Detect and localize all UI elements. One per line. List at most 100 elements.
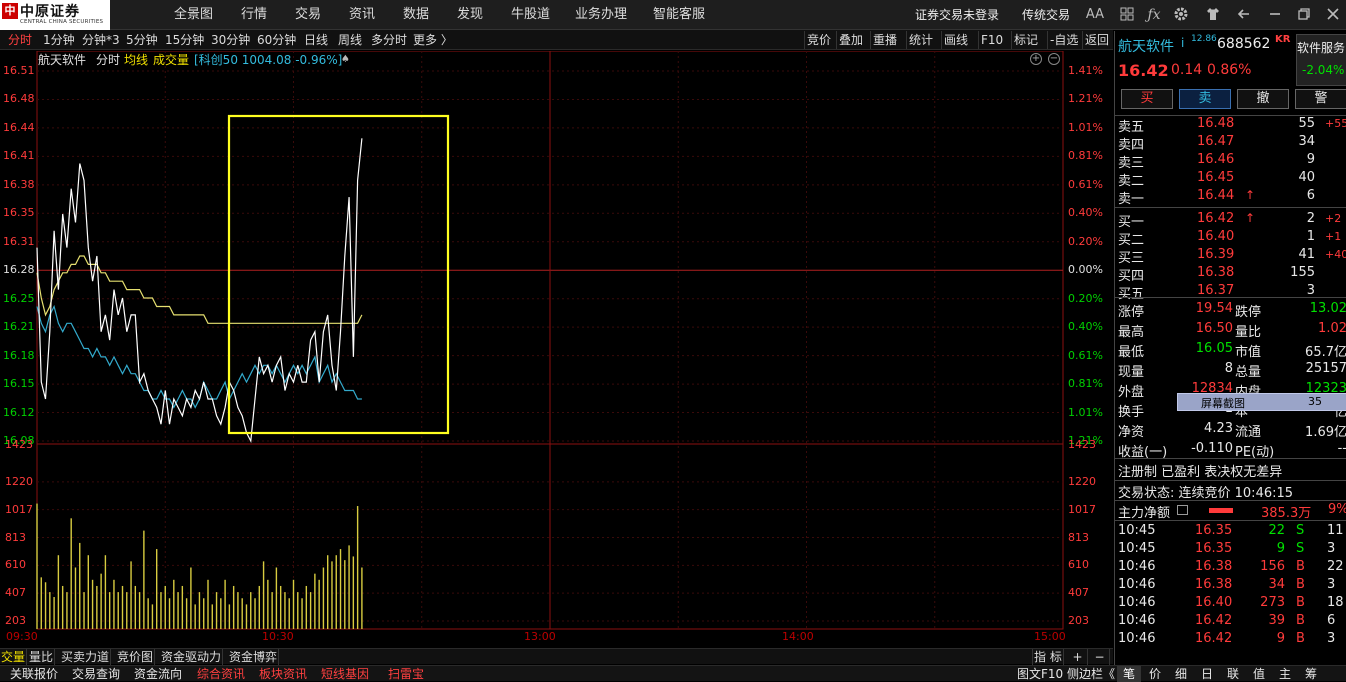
- price-change: 0.14: [1171, 62, 1203, 78]
- period-multi-intraday[interactable]: 多分时: [371, 30, 407, 50]
- trade-mode-button[interactable]: 传统交易: [1022, 0, 1070, 30]
- orderbook-change: +2: [1325, 212, 1342, 225]
- f10-button[interactable]: F10: [978, 31, 1005, 49]
- orderbook-price[interactable]: 16.37: [1197, 283, 1234, 298]
- grid-icon[interactable]: [1118, 6, 1136, 24]
- volume-label-right: 1423: [1068, 438, 1096, 451]
- period-15min[interactable]: 15分钟: [165, 30, 204, 50]
- sell-button[interactable]: 卖: [1179, 89, 1231, 109]
- login-status[interactable]: 证券交易未登录: [915, 0, 999, 30]
- tick-volume: 9: [1276, 541, 1285, 556]
- side-tab-main[interactable]: 主: [1273, 666, 1297, 682]
- close-icon[interactable]: [1324, 6, 1342, 24]
- period-60min[interactable]: 60分钟: [257, 30, 296, 50]
- link-risk-scan[interactable]: 扫雷宝: [388, 666, 424, 682]
- main-flow-pct: 9%: [1328, 502, 1346, 517]
- menu-quotes[interactable]: 行情: [241, 0, 267, 30]
- side-tab-daily[interactable]: 日: [1195, 666, 1219, 682]
- link-trade-query[interactable]: 交易查询: [72, 666, 120, 682]
- formula-icon[interactable]: ƒx: [1145, 6, 1163, 24]
- period-weekly[interactable]: 周线: [338, 30, 362, 50]
- quote-flag: i: [1181, 36, 1185, 50]
- buy-button[interactable]: 买: [1121, 89, 1173, 109]
- shirt-icon[interactable]: [1204, 6, 1222, 24]
- mark-button[interactable]: 标记: [1011, 31, 1040, 49]
- side-tab-value[interactable]: 值: [1247, 666, 1271, 682]
- remove-watchlist-button[interactable]: -自选: [1047, 31, 1080, 49]
- period-more[interactable]: 更多 〉: [413, 30, 453, 50]
- period-1min[interactable]: 1分钟: [43, 30, 75, 50]
- indicator-button[interactable]: 指 标: [1032, 649, 1064, 665]
- menu-data[interactable]: 数据: [403, 0, 429, 30]
- link-short-gene[interactable]: 短线基因: [321, 666, 369, 682]
- side-tab-detail[interactable]: 细: [1169, 666, 1193, 682]
- price-label-left: 16.31: [3, 234, 35, 248]
- tick-direction: S: [1296, 523, 1305, 538]
- period-daily[interactable]: 日线: [304, 30, 328, 50]
- orderbook-price[interactable]: 16.45: [1197, 170, 1234, 185]
- tick-direction: B: [1296, 631, 1305, 646]
- orderbook-volume: 9: [1306, 152, 1315, 167]
- highlight-box[interactable]: [227, 114, 450, 435]
- menu-news[interactable]: 资讯: [349, 0, 375, 30]
- tab-volume-ratio[interactable]: 量比: [28, 649, 56, 665]
- side-tab-price[interactable]: 价: [1143, 666, 1167, 682]
- orderbook-price[interactable]: 16.47: [1197, 134, 1234, 149]
- overlay-button[interactable]: 叠加: [836, 31, 865, 49]
- add-indicator-button[interactable]: +: [1068, 649, 1088, 665]
- tab-buy-sell-power[interactable]: 买卖力道: [60, 649, 112, 665]
- orderbook-price[interactable]: 16.48: [1197, 116, 1234, 131]
- stat-value: 4.23: [1204, 421, 1233, 436]
- menu-discover[interactable]: 发现: [457, 0, 483, 30]
- pct-label-right: 1.01%: [1068, 120, 1103, 134]
- remove-indicator-button[interactable]: −: [1090, 649, 1110, 665]
- link-related-quotes[interactable]: 关联报价: [10, 666, 58, 682]
- font-size-icon[interactable]: AA: [1084, 6, 1106, 24]
- orderbook-level-label: 卖四: [1118, 138, 1145, 153]
- restore-icon[interactable]: [1295, 6, 1313, 24]
- link-capital-flow[interactable]: 资金流向: [134, 666, 182, 682]
- link-general-news[interactable]: 综合资讯: [197, 666, 245, 682]
- gear-icon[interactable]: [1172, 6, 1190, 24]
- orderbook-price[interactable]: 16.42: [1197, 211, 1234, 226]
- main-flow-label: 主力净额: [1118, 506, 1171, 521]
- price-label-left: 16.41: [3, 149, 35, 163]
- side-tab-ticks[interactable]: 笔: [1117, 666, 1141, 682]
- period-intraday[interactable]: 分时: [8, 30, 32, 50]
- intraday-chart[interactable]: [0, 51, 1113, 647]
- orderbook-price[interactable]: 16.38: [1197, 265, 1234, 280]
- period-30min[interactable]: 30分钟: [211, 30, 250, 50]
- tab-volume[interactable]: 交量: [0, 649, 28, 665]
- volume-label-right: 813: [1068, 530, 1089, 544]
- time-label-1500: 15:00: [1034, 630, 1066, 643]
- alert-button[interactable]: 警: [1295, 89, 1346, 109]
- menu-business[interactable]: 业务办理: [575, 0, 627, 30]
- menu-panorama[interactable]: 全景图: [174, 0, 213, 30]
- logo-english: CENTRAL CHINA SECURITIES: [20, 19, 104, 25]
- minimize-icon[interactable]: [1266, 6, 1284, 24]
- link-sector-news[interactable]: 板块资讯: [259, 666, 307, 682]
- main-flow-icon[interactable]: [1177, 505, 1188, 515]
- draw-line-button[interactable]: 画线: [941, 31, 970, 49]
- menu-trade[interactable]: 交易: [295, 0, 321, 30]
- return-button[interactable]: 返回: [1082, 31, 1111, 49]
- period-5min[interactable]: 5分钟: [126, 30, 158, 50]
- orderbook-price[interactable]: 16.39: [1197, 247, 1234, 262]
- side-tab-chips[interactable]: 筹: [1299, 666, 1323, 682]
- orderbook-price[interactable]: 16.40: [1197, 229, 1234, 244]
- tab-capital-game[interactable]: 资金博弈: [228, 649, 280, 665]
- tab-auction-chart[interactable]: 竞价图: [116, 649, 156, 665]
- side-tab-linked[interactable]: 联: [1221, 666, 1245, 682]
- auction-button[interactable]: 竞价: [804, 31, 833, 49]
- sidebar-toggle[interactable]: 图文F10 侧边栏《: [1017, 666, 1115, 682]
- period-3min[interactable]: 分钟*3: [82, 30, 120, 50]
- back-arrow-icon[interactable]: [1235, 6, 1253, 24]
- menu-bull-stock[interactable]: 牛股道: [511, 0, 550, 30]
- cancel-order-button[interactable]: 撤: [1237, 89, 1289, 109]
- tab-capital-drive[interactable]: 资金驱动力: [160, 649, 224, 665]
- stats-button[interactable]: 统计: [906, 31, 935, 49]
- orderbook-price[interactable]: 16.46: [1197, 152, 1234, 167]
- orderbook-price[interactable]: 16.44: [1197, 188, 1234, 203]
- replay-button[interactable]: 重播: [870, 31, 899, 49]
- menu-smart-service[interactable]: 智能客服: [653, 0, 705, 30]
